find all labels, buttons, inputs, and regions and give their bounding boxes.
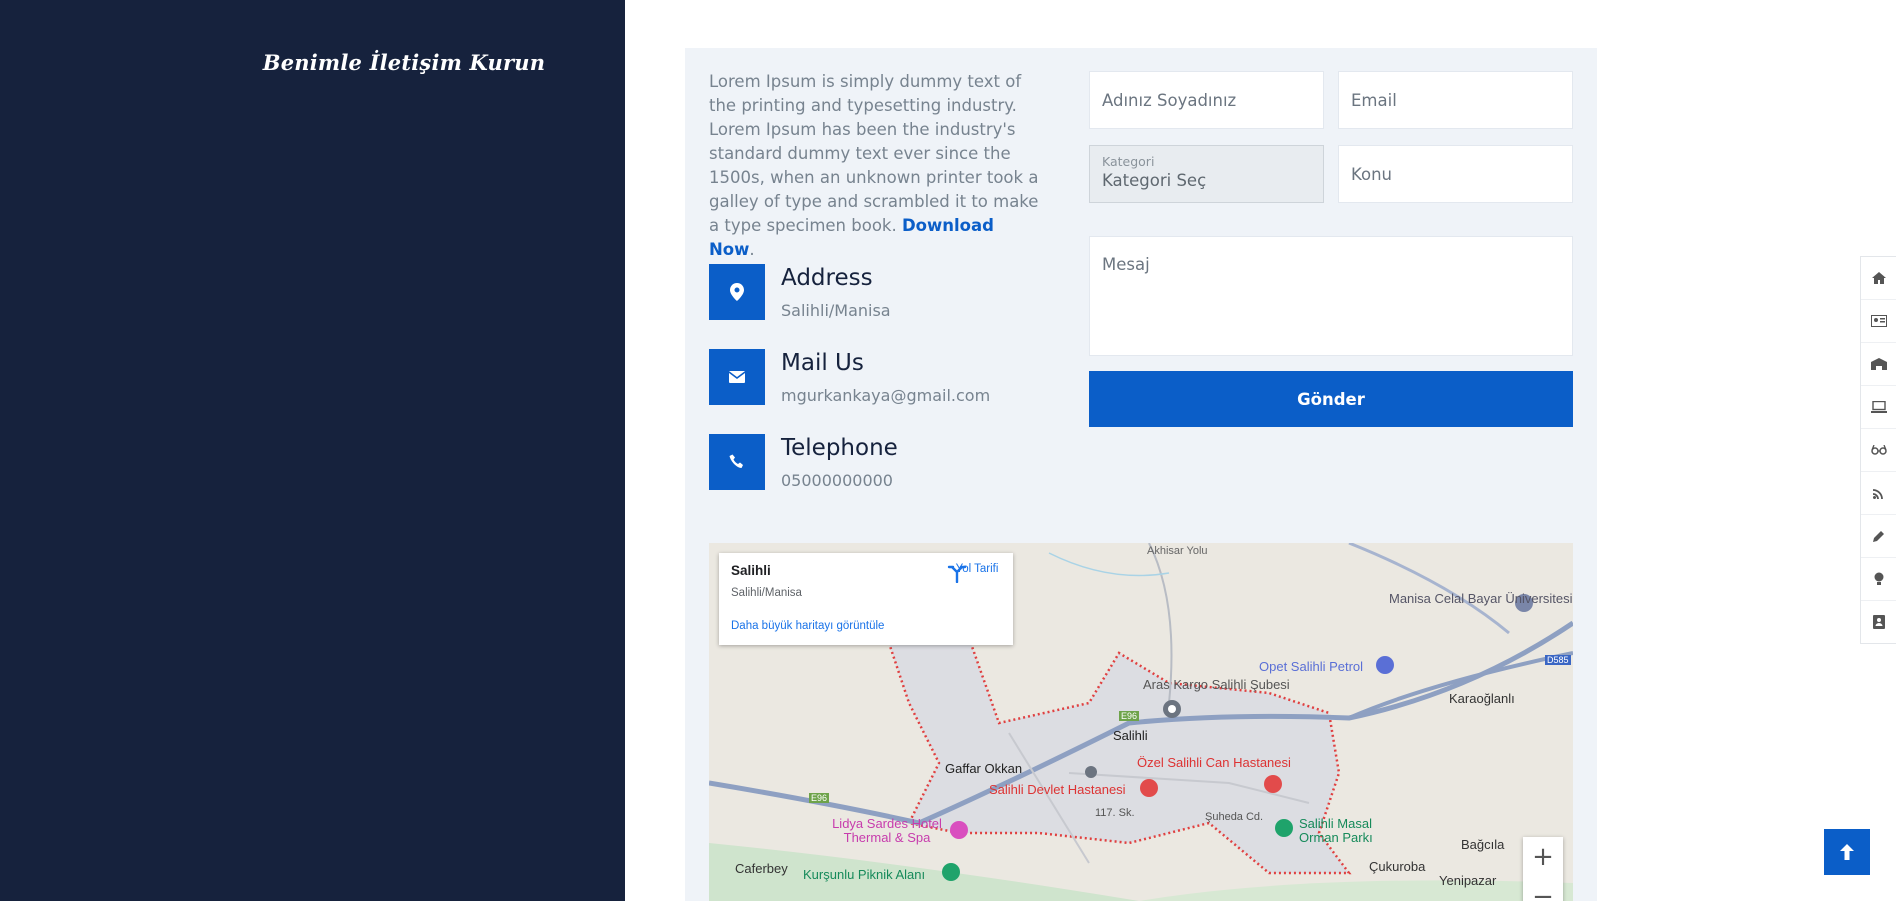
rail-about[interactable] <box>1861 300 1896 343</box>
rail-skills[interactable] <box>1861 515 1896 558</box>
telephone-title: Telephone <box>781 435 898 461</box>
rail-experience[interactable] <box>1861 429 1896 472</box>
map-label-d585: D585 <box>1545 655 1571 665</box>
map-label-university: Manisa Celal Bayar Üniversitesi, Salihli… <box>1389 591 1573 606</box>
rail-ideas[interactable] <box>1861 558 1896 601</box>
map-place-name: Salihli <box>731 563 771 578</box>
map-label-117sk: 117. Sk. <box>1095 807 1135 819</box>
intro-text: Lorem Ipsum is simply dummy text of the … <box>709 72 1039 235</box>
directions-button[interactable]: Yol Tarifi <box>947 563 1007 583</box>
map-label-akhisar: Akhisar Yolu <box>1147 545 1208 557</box>
map-label-cukuroba: Çukuroba <box>1369 859 1426 874</box>
zoom-out-button[interactable]: − <box>1523 877 1563 901</box>
rail-contact[interactable] <box>1861 601 1896 643</box>
contact-card: Lorem Ipsum is simply dummy text of the … <box>685 48 1597 901</box>
address-value: Salihli/Manisa <box>781 301 891 320</box>
intro-period: . <box>749 240 755 259</box>
rss-icon <box>1873 489 1883 499</box>
envelope-icon <box>709 349 765 405</box>
name-field[interactable]: Adınız Soyadınız <box>1089 71 1324 129</box>
map-label-kursunlu: Kurşunlu Piknik Alanı <box>803 867 926 882</box>
rail-portfolio[interactable] <box>1861 386 1896 429</box>
school-icon <box>1871 358 1887 370</box>
zoom-in-button[interactable]: + <box>1523 837 1563 877</box>
laptop-icon <box>1871 401 1887 413</box>
subject-field[interactable]: Konu <box>1338 145 1573 203</box>
map-label-bagcila: Bağcıla <box>1461 837 1505 852</box>
larger-map-link[interactable]: Daha büyük haritayı görüntüle <box>731 620 884 632</box>
map-label-e96-b: E96 <box>809 793 830 803</box>
lightbulb-icon <box>1874 572 1884 585</box>
map-label-yenipazar: Yenipazar <box>1439 873 1497 888</box>
address-title: Address <box>781 265 873 291</box>
mail-value: mgurkankaya@gmail.com <box>781 386 991 405</box>
rail-home[interactable] <box>1861 257 1896 300</box>
map-label-opet: Opet Salihli Petrol <box>1259 659 1364 674</box>
map-label-suheda: Şuheda Cd. <box>1205 811 1264 823</box>
map-label-karaoglanli: Karaoğlanlı <box>1449 691 1515 706</box>
map-embed[interactable]: Manisa Celal Bayar Üniversitesi, Salihli… <box>709 543 1573 901</box>
rail-education[interactable] <box>1861 343 1896 386</box>
intro-paragraph: Lorem Ipsum is simply dummy text of the … <box>709 70 1039 262</box>
category-label: Kategori <box>1102 154 1155 169</box>
email-field[interactable]: Email <box>1338 71 1573 129</box>
map-label-salihli: Salihli <box>1113 728 1148 743</box>
arrow-up-icon <box>1840 844 1854 860</box>
rail-blog[interactable] <box>1861 472 1896 515</box>
back-to-top-button[interactable] <box>1824 829 1870 875</box>
map-info-card: Salihli Salihli/Manisa Daha büyük harita… <box>719 553 1013 645</box>
map-label-aras: Aras Kargo Salihli Şubesi <box>1143 677 1290 692</box>
map-label-lidya: Lidya Sardes Hotel Thermal & Spa <box>832 816 942 845</box>
directions-icon <box>947 565 967 583</box>
map-label-e96-a: E96 <box>1119 711 1140 721</box>
map-place-address: Salihli/Manisa <box>731 587 802 599</box>
address-row: Address Salihli/Manisa <box>709 264 891 320</box>
telephone-value: 05000000000 <box>781 471 893 490</box>
map-label-caferbey: Caferbey <box>735 861 788 876</box>
map-label-masal: Salihli Masal Orman Parkı <box>1299 816 1373 845</box>
sidebar: Benimle İletişim Kurun <box>0 0 625 901</box>
category-select[interactable]: Kategori Kategori Seç <box>1089 145 1324 203</box>
mail-title: Mail Us <box>781 350 864 376</box>
map-zoom-control: + − <box>1523 837 1563 901</box>
contact-book-icon <box>1873 615 1885 629</box>
telephone-row: Telephone 05000000000 <box>709 434 898 490</box>
mail-row: Mail Us mgurkankaya@gmail.com <box>709 349 990 405</box>
right-nav-rail <box>1860 256 1896 644</box>
map-label-ozel: Özel Salihli Can Hastanesi <box>1137 755 1291 770</box>
map-label-gaffar: Gaffar Okkan <box>945 761 1023 776</box>
map-label-devlet: Salihli Devlet Hastanesi <box>989 782 1126 797</box>
message-field[interactable]: Mesaj <box>1089 236 1573 356</box>
map-marker-icon <box>709 264 765 320</box>
pencil-icon <box>1873 531 1884 542</box>
submit-button[interactable]: Gönder <box>1089 371 1573 427</box>
id-card-icon <box>1871 315 1887 327</box>
phone-icon <box>709 434 765 490</box>
home-icon <box>1872 272 1886 284</box>
glasses-icon <box>1871 445 1887 455</box>
category-value: Kategori Seç <box>1102 171 1207 190</box>
